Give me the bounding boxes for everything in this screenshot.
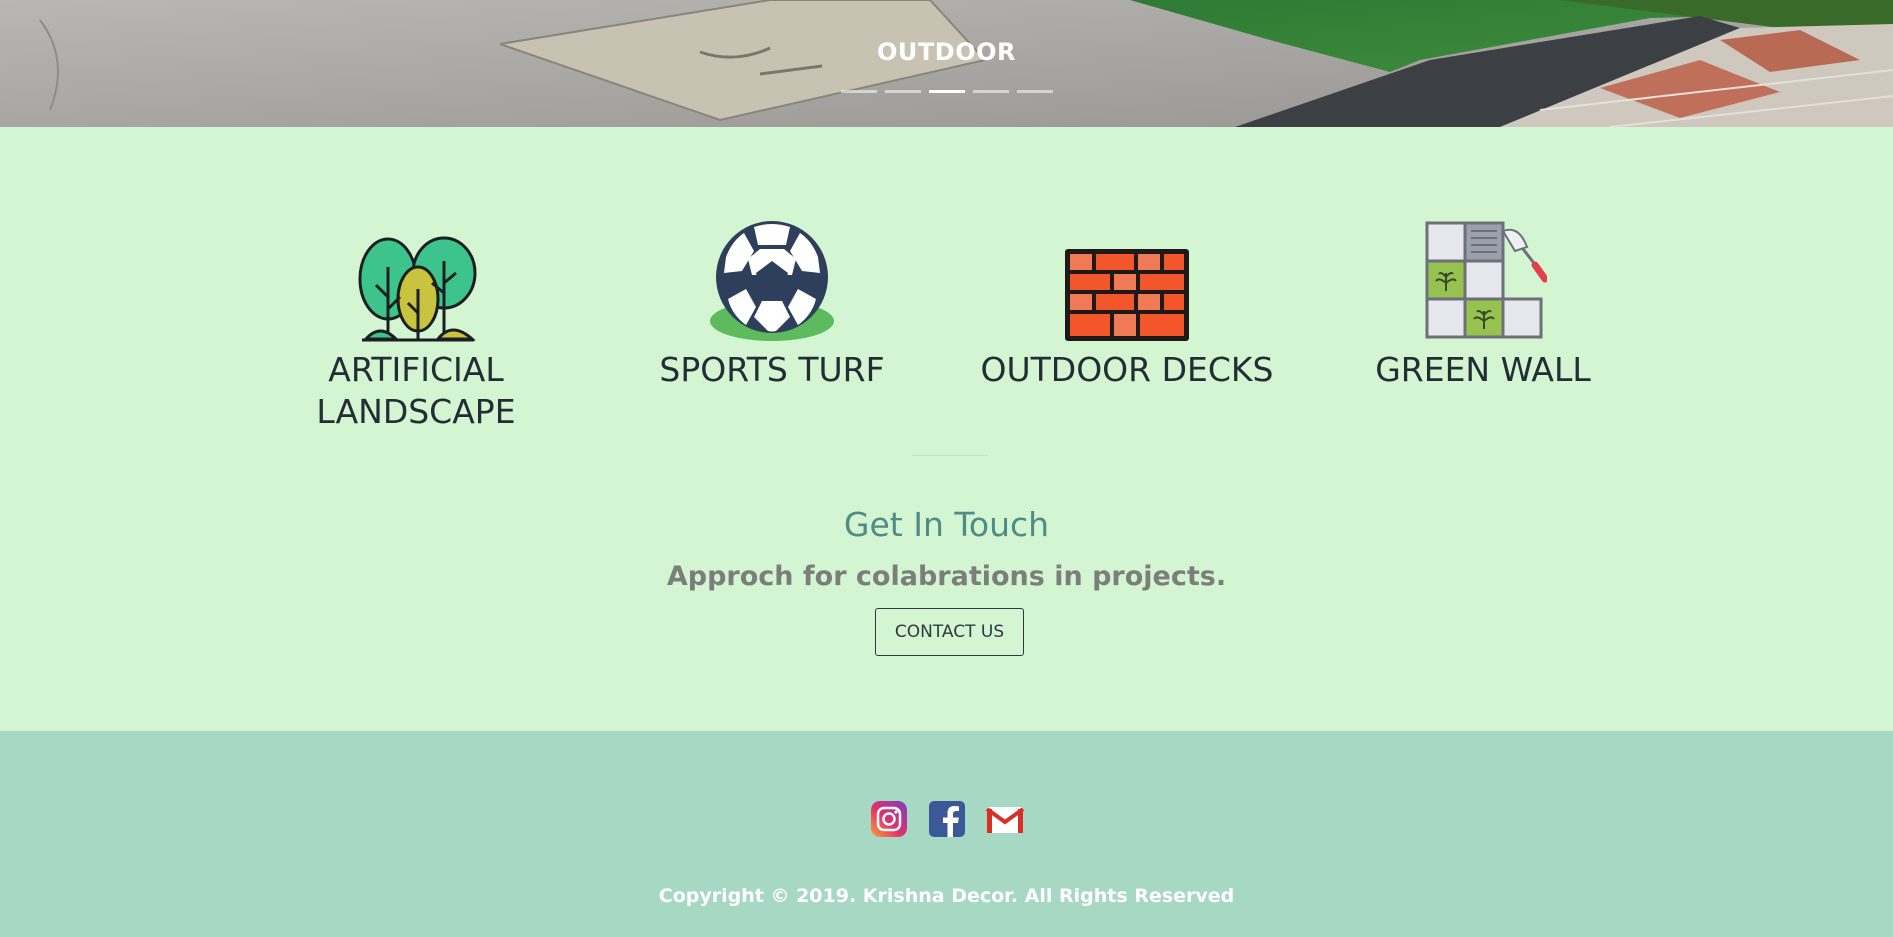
- green-wall-tiles-icon: [1425, 221, 1547, 339]
- service-outdoor-decks[interactable]: OUTDOOR DECKS: [977, 217, 1277, 391]
- service-title: SPORTS TURF: [659, 350, 885, 389]
- get-in-touch-heading: Get In Touch: [843, 505, 1050, 544]
- brick-wall-icon: [1065, 249, 1189, 341]
- service-title: ARTIFICIAL LANDSCAPE: [316, 350, 516, 431]
- instagram-icon: [870, 801, 907, 837]
- carousel-indicator[interactable]: [884, 90, 921, 93]
- hero-carousel[interactable]: OUTDOOR: [0, 0, 1893, 127]
- carousel-indicator[interactable]: [1016, 90, 1053, 93]
- service-artificial-landscape[interactable]: ARTIFICIAL LANDSCAPE: [266, 217, 566, 433]
- service-green-wall[interactable]: GREEN WALL: [1333, 217, 1633, 391]
- trees-icon: [358, 236, 477, 342]
- soccer-ball-icon: [710, 221, 834, 341]
- services-section: ARTIFICIAL LANDSCAPE SPORTS TURF OUTDOOR…: [0, 127, 1893, 731]
- get-in-touch-subtitle: Approch for colabrations in projects.: [666, 561, 1227, 592]
- copyright-text: Copyright © 2019. Krishna Decor. All Rig…: [658, 885, 1235, 907]
- contact-us-button[interactable]: CONTACT US: [875, 608, 1024, 656]
- section-divider: [912, 455, 988, 456]
- carousel-indicator[interactable]: [840, 90, 877, 93]
- carousel-indicators: [0, 90, 1893, 93]
- service-sports-turf[interactable]: SPORTS TURF: [622, 217, 922, 391]
- gmail-link[interactable]: [985, 800, 1024, 838]
- facebook-icon: [928, 801, 965, 837]
- facebook-link[interactable]: [928, 800, 966, 838]
- carousel-indicator[interactable]: [972, 90, 1009, 93]
- instagram-link[interactable]: [870, 800, 908, 838]
- social-links: [0, 800, 1893, 838]
- service-title: GREEN WALL: [1375, 350, 1591, 389]
- gmail-icon: [985, 807, 1024, 833]
- hero-caption: OUTDOOR: [877, 38, 1016, 66]
- footer: Copyright © 2019. Krishna Decor. All Rig…: [0, 731, 1893, 937]
- service-title: OUTDOOR DECKS: [980, 350, 1274, 389]
- carousel-indicator-active[interactable]: [928, 90, 965, 93]
